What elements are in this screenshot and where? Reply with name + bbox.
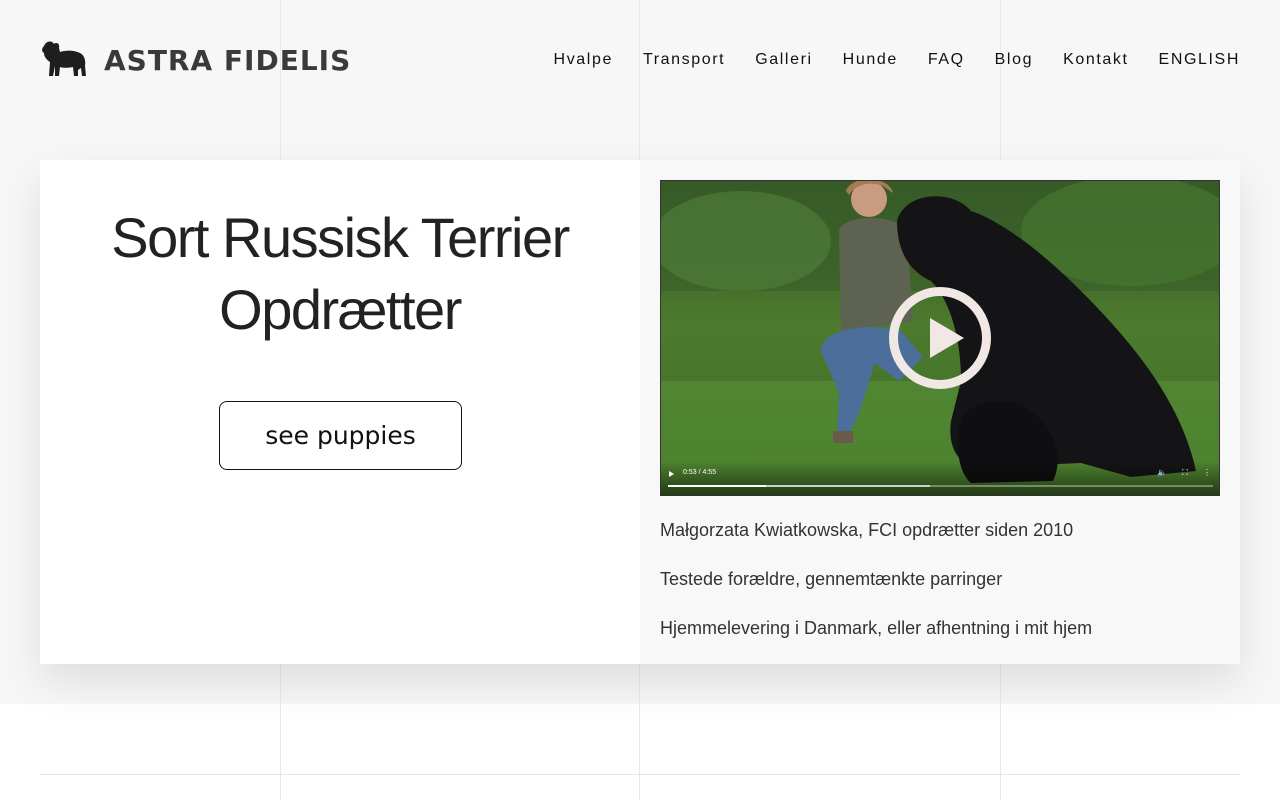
hero-left: Sort Russisk Terrier Opdrætter see puppi…	[40, 160, 640, 664]
hero-right: 0:53 / 4:55 🔈 ⛶ ⋮ Małgorzata Kwiatkowska…	[640, 160, 1240, 664]
info-line: Małgorzata Kwiatkowska, FCI opdrætter si…	[660, 520, 1074, 540]
volume-icon[interactable]: 🔈	[1156, 467, 1168, 479]
nav-blog[interactable]: Blog	[995, 51, 1033, 69]
nav-english[interactable]: ENGLISH	[1159, 51, 1240, 69]
site-header: ASTRA FIDELIS Hvalpe Transport Galleri H…	[40, 30, 1240, 90]
info-line: Hjemmelevering i Danmark, eller afhentni…	[660, 618, 1093, 638]
nav-kontakt[interactable]: Kontakt	[1063, 51, 1128, 69]
video-time: 0:53 / 4:55	[683, 469, 717, 476]
play-button[interactable]	[889, 287, 991, 389]
see-puppies-button[interactable]: see puppies	[219, 401, 462, 470]
nav-galleri[interactable]: Galleri	[755, 51, 812, 69]
brand-name: ASTRA FIDELIS	[104, 43, 352, 77]
main-nav: Hvalpe Transport Galleri Hunde FAQ Blog …	[524, 51, 1240, 69]
nav-transport[interactable]: Transport	[643, 51, 725, 69]
info-line: Testede forældre, gennemtænkte parringer	[660, 569, 1003, 589]
dog-icon	[42, 41, 86, 76]
nav-faq[interactable]: FAQ	[928, 51, 965, 69]
video-controls: 0:53 / 4:55 🔈 ⛶ ⋮	[661, 461, 1219, 495]
video-played-bar	[668, 485, 767, 487]
section-divider	[40, 774, 1240, 775]
hero-card: Sort Russisk Terrier Opdrætter see puppi…	[40, 160, 1240, 664]
fullscreen-icon[interactable]: ⛶	[1179, 467, 1191, 479]
logo-link[interactable]: ASTRA FIDELIS	[40, 38, 351, 82]
more-options-icon[interactable]: ⋮	[1201, 467, 1213, 479]
nav-hunde[interactable]: Hunde	[843, 51, 898, 69]
video-player[interactable]: 0:53 / 4:55 🔈 ⛶ ⋮	[660, 180, 1220, 496]
play-pause-icon[interactable]	[669, 471, 674, 477]
page-title: Sort Russisk Terrier Opdrætter	[111, 206, 570, 341]
video-progress-bar[interactable]	[668, 485, 1213, 487]
breeder-info: Małgorzata Kwiatkowska, FCI opdrætter si…	[660, 519, 1220, 639]
play-icon	[930, 318, 964, 358]
nav-hvalpe[interactable]: Hvalpe	[554, 51, 613, 69]
